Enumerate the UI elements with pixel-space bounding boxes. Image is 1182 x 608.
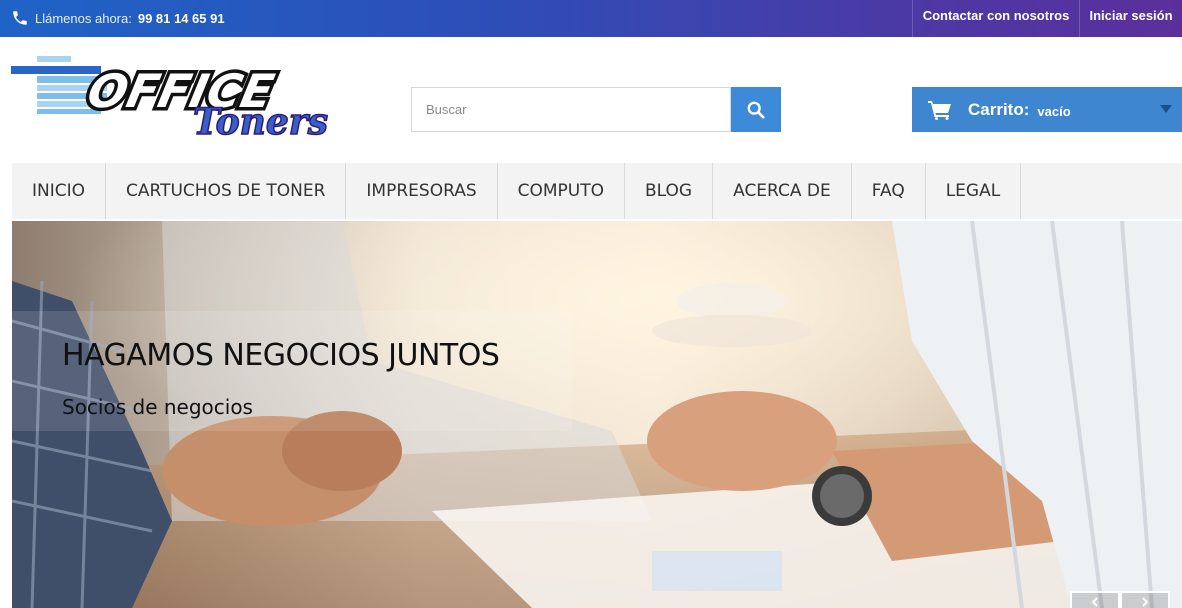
- chevron-right-icon: [1142, 597, 1149, 607]
- phone-icon: [13, 11, 27, 25]
- search-button[interactable]: [731, 87, 781, 132]
- search-input[interactable]: Buscar: [411, 87, 731, 132]
- contact-link[interactable]: Contactar con nosotros: [912, 0, 1079, 37]
- logo-word-toners: Toners: [193, 101, 328, 143]
- cart-button[interactable]: Carrito: vacío: [912, 87, 1182, 132]
- nav-item-cartuchos[interactable]: CARTUCHOS DE TONER: [106, 163, 347, 219]
- cart-status: vacío: [1037, 103, 1071, 119]
- main-nav: INICIO CARTUCHOS DE TONER IMPRESORAS COM…: [12, 163, 1182, 219]
- hero-subtitle: Socios de negocios: [62, 395, 253, 419]
- prev-slide-button[interactable]: [1070, 591, 1120, 608]
- cart-icon: [928, 100, 951, 120]
- caret-down-icon[interactable]: [1160, 105, 1172, 113]
- nav-item-computo[interactable]: COMPUTO: [498, 163, 626, 219]
- nav-item-faq[interactable]: FAQ: [852, 163, 926, 219]
- search-bar: Buscar: [411, 87, 781, 132]
- top-bar: Llámenos ahora: 99 81 14 65 91 Contactar…: [0, 0, 1182, 37]
- call-label: Llámenos ahora:: [35, 10, 132, 26]
- office-toners-logo[interactable]: OFFICE Toners: [11, 52, 363, 150]
- nav-item-acerca[interactable]: ACERCA DE: [713, 163, 852, 219]
- nav-item-blog[interactable]: BLOG: [625, 163, 714, 219]
- search-icon: [747, 101, 765, 119]
- login-link[interactable]: Iniciar sesión: [1079, 0, 1182, 37]
- hero-title: HAGAMOS NEGOCIOS JUNTOS: [62, 338, 500, 373]
- hero-slider[interactable]: HAGAMOS NEGOCIOS JUNTOS Socios de negoci…: [12, 221, 1182, 608]
- slider-controls: [1070, 591, 1170, 608]
- nav-item-impresoras[interactable]: IMPRESORAS: [346, 163, 498, 219]
- nav-item-legal[interactable]: LEGAL: [926, 163, 1022, 219]
- chevron-left-icon: [1091, 597, 1098, 607]
- nav-item-inicio[interactable]: INICIO: [12, 163, 107, 219]
- next-slide-button[interactable]: [1120, 591, 1170, 608]
- call-us: Llámenos ahora: 99 81 14 65 91: [11, 7, 225, 29]
- phone-number[interactable]: 99 81 14 65 91: [138, 11, 225, 26]
- cart-title: Carrito:: [968, 99, 1030, 119]
